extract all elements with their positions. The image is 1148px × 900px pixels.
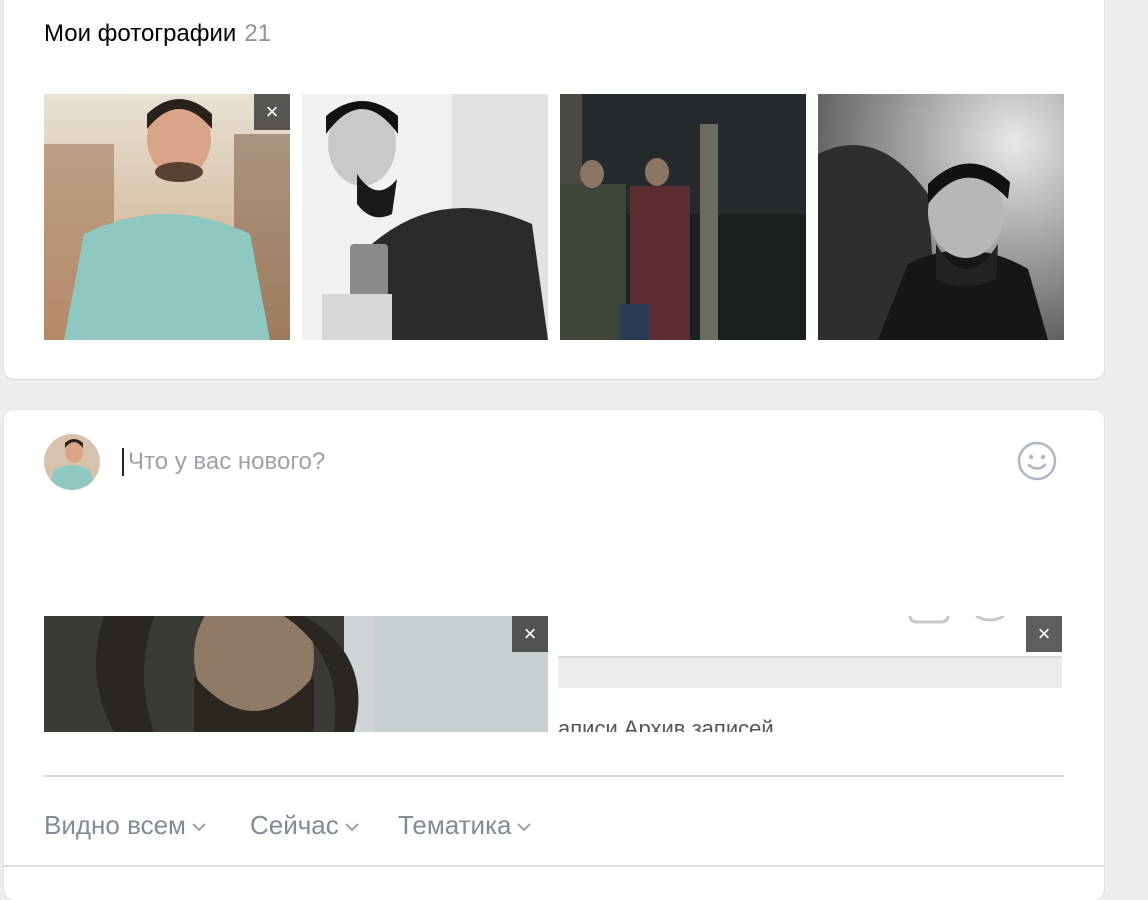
topic-label: Тематика xyxy=(398,810,512,840)
attachment-photo[interactable] xyxy=(44,616,548,732)
close-icon: × xyxy=(265,99,279,124)
screenshot-bar xyxy=(558,656,1062,688)
smile-icon xyxy=(1017,441,1057,481)
divider xyxy=(4,865,1104,867)
avatar[interactable] xyxy=(44,434,100,490)
photos-count: 21 xyxy=(244,20,272,47)
close-icon: × xyxy=(523,621,537,646)
photo-image-1 xyxy=(44,94,290,340)
emoji-button[interactable] xyxy=(1016,440,1058,482)
photos-title: Мои фотографии xyxy=(44,20,237,47)
screenshot-text: аписи Архив записей xyxy=(558,716,774,732)
visibility-dropdown[interactable]: Видно всем xyxy=(44,810,206,841)
photo-thumbnail-2[interactable] xyxy=(302,94,548,340)
avatar-image xyxy=(44,434,100,490)
time-dropdown[interactable]: Сейчас xyxy=(250,810,359,841)
screenshot-icons xyxy=(908,616,1005,624)
photo-thumbnail-1[interactable] xyxy=(44,94,290,340)
topic-dropdown[interactable]: Тематика xyxy=(398,810,532,841)
chevron-down-icon xyxy=(192,822,206,832)
visibility-label: Видно всем xyxy=(44,810,186,840)
post-text-input[interactable]: Что у вас нового? xyxy=(122,448,325,476)
attachment-close-button[interactable]: × xyxy=(1026,616,1062,652)
photo-thumbnail-3[interactable] xyxy=(560,94,806,340)
photos-header[interactable]: Мои фотографии 21 xyxy=(44,20,271,48)
photo-image-4 xyxy=(818,94,1064,340)
attachment-close-button[interactable]: × xyxy=(512,616,548,652)
attachment-screenshot[interactable]: аписи Архив записей xyxy=(558,616,1062,732)
photo-thumbnail-4[interactable] xyxy=(818,94,1064,340)
time-label: Сейчас xyxy=(250,810,339,840)
photos-card: Мои фотографии 21 × xyxy=(4,0,1104,379)
photo-image-2 xyxy=(302,94,548,340)
photo-close-button[interactable]: × xyxy=(254,94,290,130)
close-icon: × xyxy=(1037,621,1051,646)
chevron-down-icon xyxy=(345,822,359,832)
attachment-photo-image xyxy=(44,616,548,732)
photo-image-3 xyxy=(560,94,806,340)
new-post-card: Что у вас нового? × аписи Архив записей … xyxy=(4,410,1104,900)
chevron-down-icon xyxy=(517,822,532,832)
divider xyxy=(44,775,1064,777)
